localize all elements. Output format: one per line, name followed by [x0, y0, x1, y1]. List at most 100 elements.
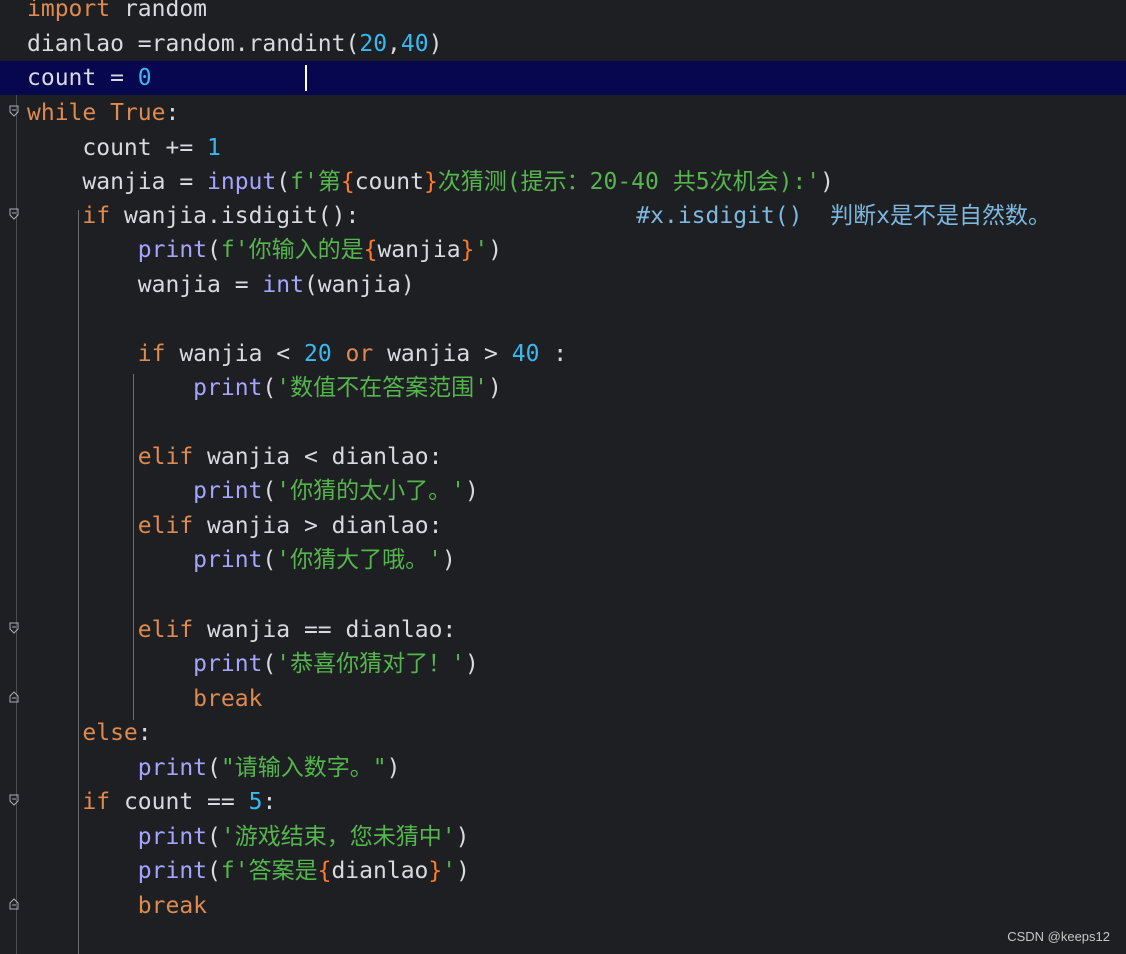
code-token: :	[165, 100, 180, 126]
code-token: '你猜大了哦。'	[276, 547, 442, 573]
code-token: )	[428, 31, 443, 57]
code-line-2[interactable]: dianlao =random.randint(20,40)	[0, 27, 1126, 61]
code-line-25[interactable]: print('游戏结束，您未猜中')	[0, 820, 1126, 854]
fold-end-icon[interactable]	[9, 691, 19, 703]
code-line-1[interactable]: import random	[0, 0, 1126, 26]
line-content: count = 0	[27, 61, 152, 95]
code-token: )	[488, 237, 503, 263]
line-content: print('你猜大了哦。')	[27, 543, 456, 577]
code-line-23[interactable]: print("请输入数字。")	[0, 751, 1126, 785]
code-line-12[interactable]: print('数值不在答案范围')	[0, 371, 1126, 405]
code-line-26[interactable]: print(f'答案是{dianlao}')	[0, 854, 1126, 888]
line-content: wanjia = input(f'第{count}次猜测(提示：20-40 共5…	[27, 165, 834, 199]
fold-end-icon[interactable]	[9, 898, 19, 910]
code-line-5[interactable]: count += 1	[0, 131, 1126, 165]
code-editor[interactable]: import random dianlao =random.randint(20…	[0, 0, 1126, 954]
code-line-17[interactable]: print('你猜大了哦。')	[0, 543, 1126, 577]
code-token: 40	[400, 31, 429, 57]
code-token: count +=	[27, 135, 208, 161]
code-token: 0	[137, 65, 152, 91]
code-line-8[interactable]: print(f'你输入的是{wanjia}')	[0, 233, 1126, 267]
code-line-10[interactable]	[0, 302, 1126, 336]
code-token: wanjia.isdigit():	[110, 203, 360, 229]
code-token: or	[345, 341, 374, 367]
line-content: if wanjia.isdigit(): #x.isdigit() 判断x是不是…	[27, 199, 1051, 233]
code-line-24[interactable]: if count == 5:	[0, 785, 1126, 819]
code-token: print	[137, 824, 208, 850]
code-token: f'答案是	[220, 858, 318, 884]
code-token: input	[207, 169, 277, 195]
code-line-14[interactable]: elif wanjia < dianlao:	[0, 440, 1126, 474]
code-token: )	[455, 824, 470, 850]
line-content: import random	[27, 0, 207, 26]
code-line-7[interactable]: if wanjia.isdigit(): #x.isdigit() 判断x是不是…	[0, 199, 1126, 233]
code-line-4[interactable]: while True:	[0, 96, 1126, 130]
code-token: (	[207, 237, 221, 263]
code-line-9[interactable]: wanjia = int(wanjia)	[0, 268, 1126, 302]
code-line-19[interactable]: elif wanjia == dianlao:	[0, 613, 1126, 647]
code-token: (	[262, 375, 277, 401]
code-token: 5	[248, 789, 263, 815]
code-token: print	[193, 375, 263, 401]
code-token: if	[82, 203, 111, 229]
code-token: wanjia == dianlao:	[193, 617, 457, 643]
code-token: 次猜测(提示：20-40 共5次机会):'	[437, 169, 821, 195]
code-token: {	[317, 858, 332, 884]
code-token: count	[354, 169, 424, 195]
code-line-21[interactable]: break	[0, 682, 1126, 716]
line-content: print('恭喜你猜对了！')	[27, 647, 479, 681]
code-line-27[interactable]: break	[0, 889, 1126, 923]
code-token: dianlao	[331, 858, 429, 884]
code-token: 40	[511, 341, 540, 367]
fold-open-icon[interactable]	[9, 794, 19, 806]
line-content: break	[27, 889, 207, 923]
code-token: (	[207, 755, 221, 781]
line-content: if wanjia < 20 or wanjia > 40 :	[27, 337, 567, 371]
code-token: f'你输入的是	[220, 237, 364, 263]
code-line-11[interactable]: if wanjia < 20 or wanjia > 40 :	[0, 337, 1126, 371]
code-token: #x.isdigit() 判断x是不是自然数。	[359, 203, 1051, 229]
line-content: print('你猜的太小了。')	[27, 474, 479, 508]
code-token: )	[386, 755, 401, 781]
line-content: print('游戏结束，您未猜中')	[27, 820, 470, 854]
code-token: while	[27, 100, 111, 126]
code-line-13[interactable]	[0, 405, 1126, 439]
code-token: :	[137, 720, 152, 746]
code-token: }	[423, 169, 438, 195]
code-token: count ==	[110, 789, 249, 815]
code-token: "请输入数字。"	[220, 755, 387, 781]
code-token: print	[137, 858, 208, 884]
code-line-15[interactable]: print('你猜的太小了。')	[0, 474, 1126, 508]
fold-open-icon[interactable]	[9, 208, 19, 220]
code-token: int	[262, 272, 304, 298]
code-token: (	[276, 169, 291, 195]
code-line-22[interactable]: else:	[0, 716, 1126, 750]
code-token: {	[363, 237, 378, 263]
code-token: )	[820, 169, 834, 195]
line-content: elif wanjia < dianlao:	[27, 440, 443, 474]
code-line-6[interactable]: wanjia = input(f'第{count}次猜测(提示：20-40 共5…	[0, 165, 1126, 199]
code-line-16[interactable]: elif wanjia > dianlao:	[0, 509, 1126, 543]
fold-open-icon[interactable]	[9, 622, 19, 634]
code-line-3-current[interactable]: count = 0	[0, 61, 1126, 95]
code-token: :	[262, 789, 277, 815]
code-line-18[interactable]	[0, 578, 1126, 612]
code-token: '恭喜你猜对了！'	[276, 651, 465, 677]
code-token: print	[193, 547, 263, 573]
code-token: '	[474, 237, 489, 263]
fold-open-icon[interactable]	[9, 105, 19, 117]
code-token: )	[487, 375, 502, 401]
code-token: wanjia =	[27, 272, 263, 298]
code-line-20[interactable]: print('恭喜你猜对了！')	[0, 647, 1126, 681]
